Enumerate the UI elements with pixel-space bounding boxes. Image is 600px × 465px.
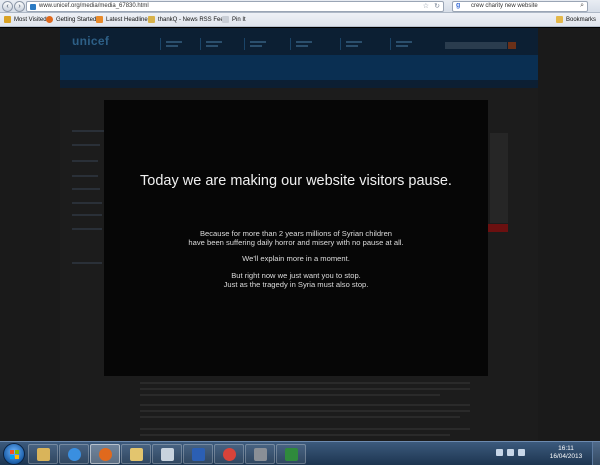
overlay-line: Just as the tragedy in Syria must also s… [223, 279, 369, 289]
sidebar-link[interactable] [72, 228, 102, 230]
word-icon [192, 448, 205, 461]
folder-icon [148, 16, 155, 23]
taskbar-notes-app[interactable] [152, 444, 182, 464]
bookmarks-folder-icon [555, 16, 563, 23]
search-query: crew charity new website [471, 3, 538, 9]
taskbar-word-app[interactable] [183, 444, 213, 464]
system-tray: 16:11 16/04/2013 [490, 442, 600, 465]
google-icon[interactable]: g [456, 2, 460, 9]
site-nav-item[interactable] [290, 38, 320, 50]
tray-volume-icon[interactable] [518, 449, 525, 456]
sidebar-link[interactable] [72, 188, 100, 190]
sidebar-link[interactable] [72, 160, 98, 162]
file-explorer-icon [130, 448, 143, 461]
bookmark-pin-it[interactable]: Pin It [222, 16, 246, 23]
folder-icon [37, 448, 50, 461]
article-text-line [140, 434, 450, 436]
sidebar-link[interactable] [72, 130, 106, 132]
back-button[interactable]: ‹ [2, 1, 13, 12]
internet-explorer-icon [68, 448, 81, 461]
windows-logo-icon [10, 450, 19, 459]
tray-network-icon[interactable] [507, 449, 514, 456]
tray-flag-icon[interactable] [496, 449, 503, 456]
article-text-line [140, 382, 470, 384]
article-text-line [140, 394, 440, 396]
clock-date: 16/04/2013 [549, 453, 583, 460]
taskbar-media-app[interactable] [245, 444, 275, 464]
star-icon [4, 16, 11, 23]
search-bar[interactable]: g crew charity new website ⌕ [452, 1, 588, 12]
sidebar-link[interactable] [72, 202, 102, 204]
sidebar-link[interactable] [72, 262, 102, 264]
overlay-line: We'll explain more in a moment. [242, 254, 350, 264]
unicef-logo[interactable]: unicef [72, 34, 109, 48]
overlay-paragraph: We'll explain more in a moment. [104, 254, 488, 263]
taskbar-chrome-app[interactable] [214, 444, 244, 464]
clock[interactable]: 16:11 16/04/2013 [544, 445, 588, 461]
chrome-icon [223, 448, 236, 461]
bookmark-thankq-rss[interactable]: thankQ - News RSS Feed [148, 16, 227, 23]
right-column-banner[interactable] [487, 224, 508, 232]
clock-time: 16:11 [558, 445, 574, 452]
sidebar-link[interactable] [72, 144, 100, 146]
overlay-paragraph: But right now we just want you to stop. … [104, 271, 488, 289]
taskbar-excel-app[interactable] [276, 444, 306, 464]
site-favicon-icon [30, 4, 36, 10]
article-text-line [140, 428, 470, 430]
bookmark-star-icon[interactable]: ☆ [423, 2, 429, 10]
firefox-icon [99, 448, 112, 461]
show-desktop-button[interactable] [592, 442, 600, 465]
overlay-headline: Today we are making our website visitors… [140, 173, 452, 189]
address-text: www.unicef.org/media/media_67830.html [39, 3, 149, 9]
sidebar-link[interactable] [72, 175, 98, 177]
pause-overlay: Today we are making our website visitors… [104, 100, 488, 376]
overlay-line: have been suffering daily horror and mis… [188, 238, 404, 248]
taskbar-explorer-app[interactable] [121, 444, 151, 464]
reload-icon[interactable]: ↻ [434, 2, 440, 10]
excel-icon [285, 448, 298, 461]
notepad-icon [161, 448, 174, 461]
bookmarks-menu[interactable]: Bookmarks [555, 16, 596, 23]
site-nav-item[interactable] [200, 38, 230, 50]
article-text-line [140, 410, 470, 412]
site-nav-item[interactable] [244, 38, 274, 50]
bookmark-getting-started[interactable]: Getting Started [46, 16, 96, 23]
taskbar: 16:11 16/04/2013 [0, 441, 600, 465]
pin-icon [222, 16, 229, 23]
tray-icons [496, 449, 525, 456]
overlay-line: But right now we just want you to stop. [231, 270, 361, 280]
bookmarks-toolbar: Most Visited Getting Started Latest Head… [0, 13, 600, 27]
search-icon[interactable]: ⌕ [580, 2, 584, 10]
browser-nav-bar: ‹ › www.unicef.org/media/media_67830.htm… [0, 0, 600, 13]
article-text-line [140, 388, 470, 390]
article-text-line [140, 404, 470, 406]
site-nav-item[interactable] [160, 38, 190, 50]
article-text-line [140, 416, 460, 418]
overlay-line: Because for more than 2 years millions o… [199, 229, 393, 238]
address-bar[interactable]: www.unicef.org/media/media_67830.html ☆ … [26, 1, 444, 12]
site-nav-item[interactable] [390, 38, 420, 50]
start-button[interactable] [3, 443, 25, 465]
taskbar-ie-app[interactable] [59, 444, 89, 464]
overlay-message: Because for more than 2 years millions o… [104, 229, 488, 296]
site-search-input[interactable] [445, 42, 507, 49]
site-header [60, 28, 538, 88]
bookmark-most-visited[interactable]: Most Visited [4, 16, 47, 23]
taskbar-firefox-app[interactable] [90, 444, 120, 464]
site-search-button[interactable] [508, 42, 516, 49]
right-column-image [490, 133, 508, 223]
overlay-paragraph: Because for more than 2 years millions o… [104, 229, 488, 247]
site-nav-item[interactable] [340, 38, 370, 50]
sidebar-link[interactable] [72, 214, 102, 216]
rss-icon [96, 16, 103, 23]
media-icon [254, 448, 267, 461]
forward-button[interactable]: › [14, 1, 25, 12]
bookmark-latest-headlines[interactable]: Latest Headlines [96, 16, 151, 23]
taskbar-folder-app[interactable] [28, 444, 58, 464]
firefox-icon [46, 16, 53, 23]
site-nav-stripe [60, 55, 538, 80]
